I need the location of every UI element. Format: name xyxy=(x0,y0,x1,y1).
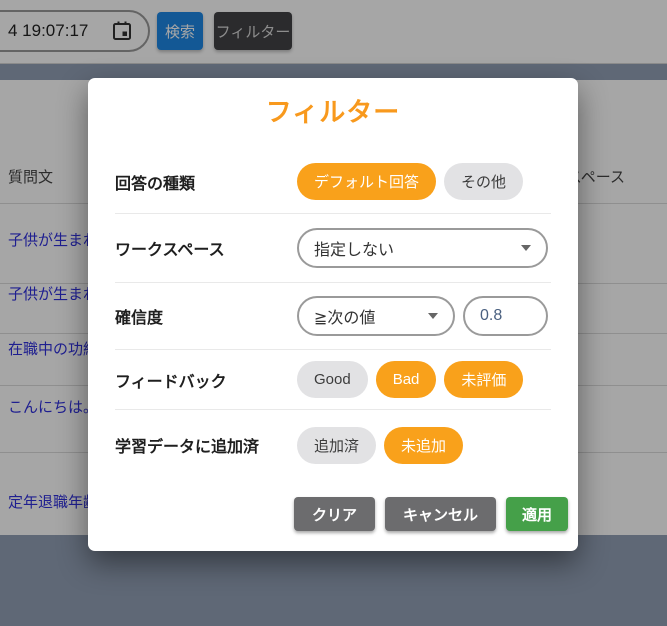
row-training-data: 学習データに追加済 追加済 未追加 xyxy=(115,410,551,480)
confidence-label: 確信度 xyxy=(115,304,297,328)
apply-button[interactable]: 適用 xyxy=(506,497,568,531)
chevron-down-icon xyxy=(521,245,531,251)
confidence-operator-value: ≧次の値 xyxy=(314,304,375,328)
row-answer-type: 回答の種類 デフォルト回答 その他 xyxy=(115,150,551,214)
confidence-value-input[interactable] xyxy=(463,296,548,336)
modal-footer: クリア キャンセル 適用 xyxy=(88,497,568,531)
feedback-label: フィードバック xyxy=(115,368,297,392)
feedback-unrated-toggle[interactable]: 未評価 xyxy=(444,361,523,398)
feedback-bad-toggle[interactable]: Bad xyxy=(376,361,437,398)
answer-type-default-toggle[interactable]: デフォルト回答 xyxy=(297,163,436,200)
row-feedback: フィードバック Good Bad 未評価 xyxy=(115,350,551,410)
chevron-down-icon xyxy=(428,313,438,319)
confidence-operator-select[interactable]: ≧次の値 xyxy=(297,296,455,336)
feedback-good-toggle[interactable]: Good xyxy=(297,361,368,398)
row-workspace: ワークスペース 指定しない xyxy=(115,214,551,283)
answer-type-other-toggle[interactable]: その他 xyxy=(444,163,523,200)
clear-button[interactable]: クリア xyxy=(294,497,375,531)
workspace-select[interactable]: 指定しない xyxy=(297,228,548,268)
training-data-label: 学習データに追加済 xyxy=(115,433,297,457)
filter-modal: フィルター 回答の種類 デフォルト回答 その他 ワークスペース 指定しない 確信… xyxy=(88,78,578,551)
workspace-label: ワークスペース xyxy=(115,236,297,260)
training-not-added-toggle[interactable]: 未追加 xyxy=(384,427,463,464)
answer-type-label: 回答の種類 xyxy=(115,170,297,194)
modal-title: フィルター xyxy=(88,94,578,130)
row-confidence: 確信度 ≧次の値 xyxy=(115,283,551,350)
cancel-button[interactable]: キャンセル xyxy=(385,497,496,531)
workspace-selected-value: 指定しない xyxy=(314,236,394,260)
training-added-toggle[interactable]: 追加済 xyxy=(297,427,376,464)
